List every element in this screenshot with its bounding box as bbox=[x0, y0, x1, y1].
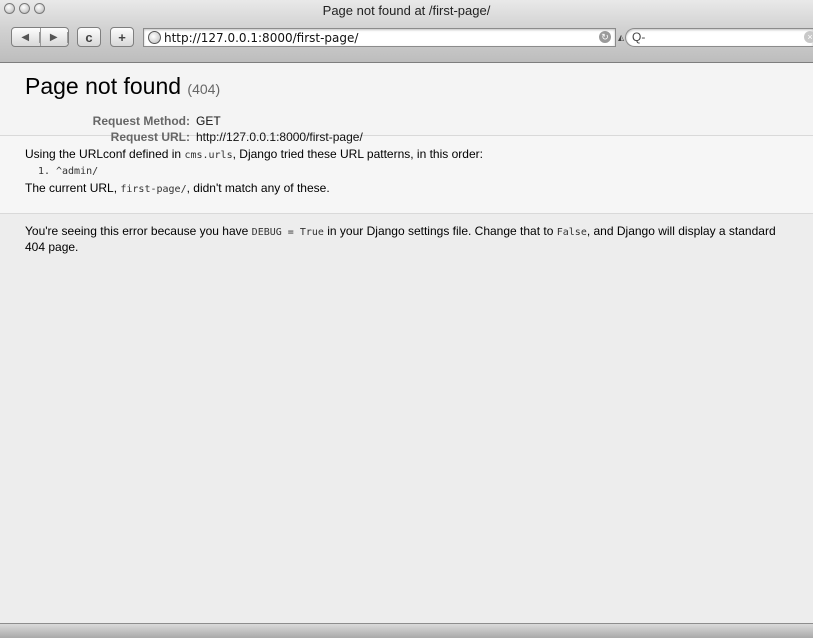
browser-chrome: Page not found at /first-page/ ◀ ▶ c + h… bbox=[0, 0, 813, 63]
debug-setting-code: DEBUG = True bbox=[251, 227, 324, 238]
urlconf-intro-prefix: Using the URLconf defined in bbox=[25, 147, 185, 161]
current-url-prefix: The current URL, bbox=[25, 181, 121, 195]
clear-search-icon[interactable]: × bbox=[804, 31, 813, 43]
current-url-code: first-page/ bbox=[120, 184, 187, 195]
debug-explanation: You're seeing this error because you hav… bbox=[0, 214, 813, 265]
forward-button[interactable]: ▶ bbox=[41, 28, 68, 46]
refresh-icon[interactable]: ↻ bbox=[599, 31, 611, 43]
snapback-icon[interactable]: ◭ bbox=[618, 33, 624, 42]
request-method-row: Request Method: GET bbox=[25, 113, 788, 129]
request-method-label: Request Method: bbox=[92, 114, 190, 128]
explanation-part-1: You're seeing this error because you hav… bbox=[25, 224, 252, 238]
back-arrow-icon: ◀ bbox=[12, 31, 40, 43]
request-url-value: http://127.0.0.1:8000/first-page/ bbox=[196, 130, 363, 144]
browser-window: Page not found at /first-page/ ◀ ▶ c + h… bbox=[0, 0, 813, 638]
search-field[interactable]: Q- × bbox=[625, 28, 813, 47]
reload-button[interactable]: c bbox=[77, 27, 101, 47]
urlconf-module: cms.urls bbox=[184, 150, 233, 161]
window-title: Page not found at /first-page/ bbox=[322, 3, 491, 18]
url-pattern-list: ^admin/ bbox=[25, 164, 788, 180]
current-url-suffix: , didn't match any of these. bbox=[186, 181, 330, 195]
url-pattern-item: ^admin/ bbox=[56, 164, 788, 180]
urlconf-intro-suffix: , Django tried these URL patterns, in th… bbox=[232, 147, 483, 161]
forward-arrow-icon: ▶ bbox=[41, 31, 68, 43]
globe-icon bbox=[148, 31, 161, 44]
urlconf-info: Using the URLconf defined in cms.urls, D… bbox=[0, 136, 813, 214]
error-summary: Page not found (404) Request Method: GET… bbox=[0, 63, 813, 144]
address-bar[interactable]: http://127.0.0.1:8000/first-page/ ↻ bbox=[143, 28, 616, 47]
add-bookmark-button[interactable]: + bbox=[110, 27, 134, 47]
back-button[interactable]: ◀ bbox=[12, 28, 41, 46]
explanation-part-2: in your Django settings file. Change tha… bbox=[323, 224, 557, 238]
status-code: (404) bbox=[187, 81, 221, 97]
false-code: False bbox=[556, 227, 587, 238]
request-method-value: GET bbox=[196, 114, 221, 128]
page-content: Page not found (404) Request Method: GET… bbox=[0, 63, 813, 624]
page-title-text: Page not found bbox=[25, 73, 182, 99]
current-url-message: The current URL, first-page/, didn't mat… bbox=[25, 180, 788, 198]
page-title: Page not found (404) bbox=[25, 72, 788, 103]
address-bar-url: http://127.0.0.1:8000/first-page/ bbox=[164, 31, 359, 45]
urlconf-intro: Using the URLconf defined in cms.urls, D… bbox=[25, 146, 788, 164]
status-bar bbox=[0, 623, 813, 638]
search-icon: Q- bbox=[632, 30, 646, 44]
back-forward-buttons: ◀ ▶ bbox=[11, 27, 69, 47]
request-url-label: Request URL: bbox=[110, 130, 190, 144]
